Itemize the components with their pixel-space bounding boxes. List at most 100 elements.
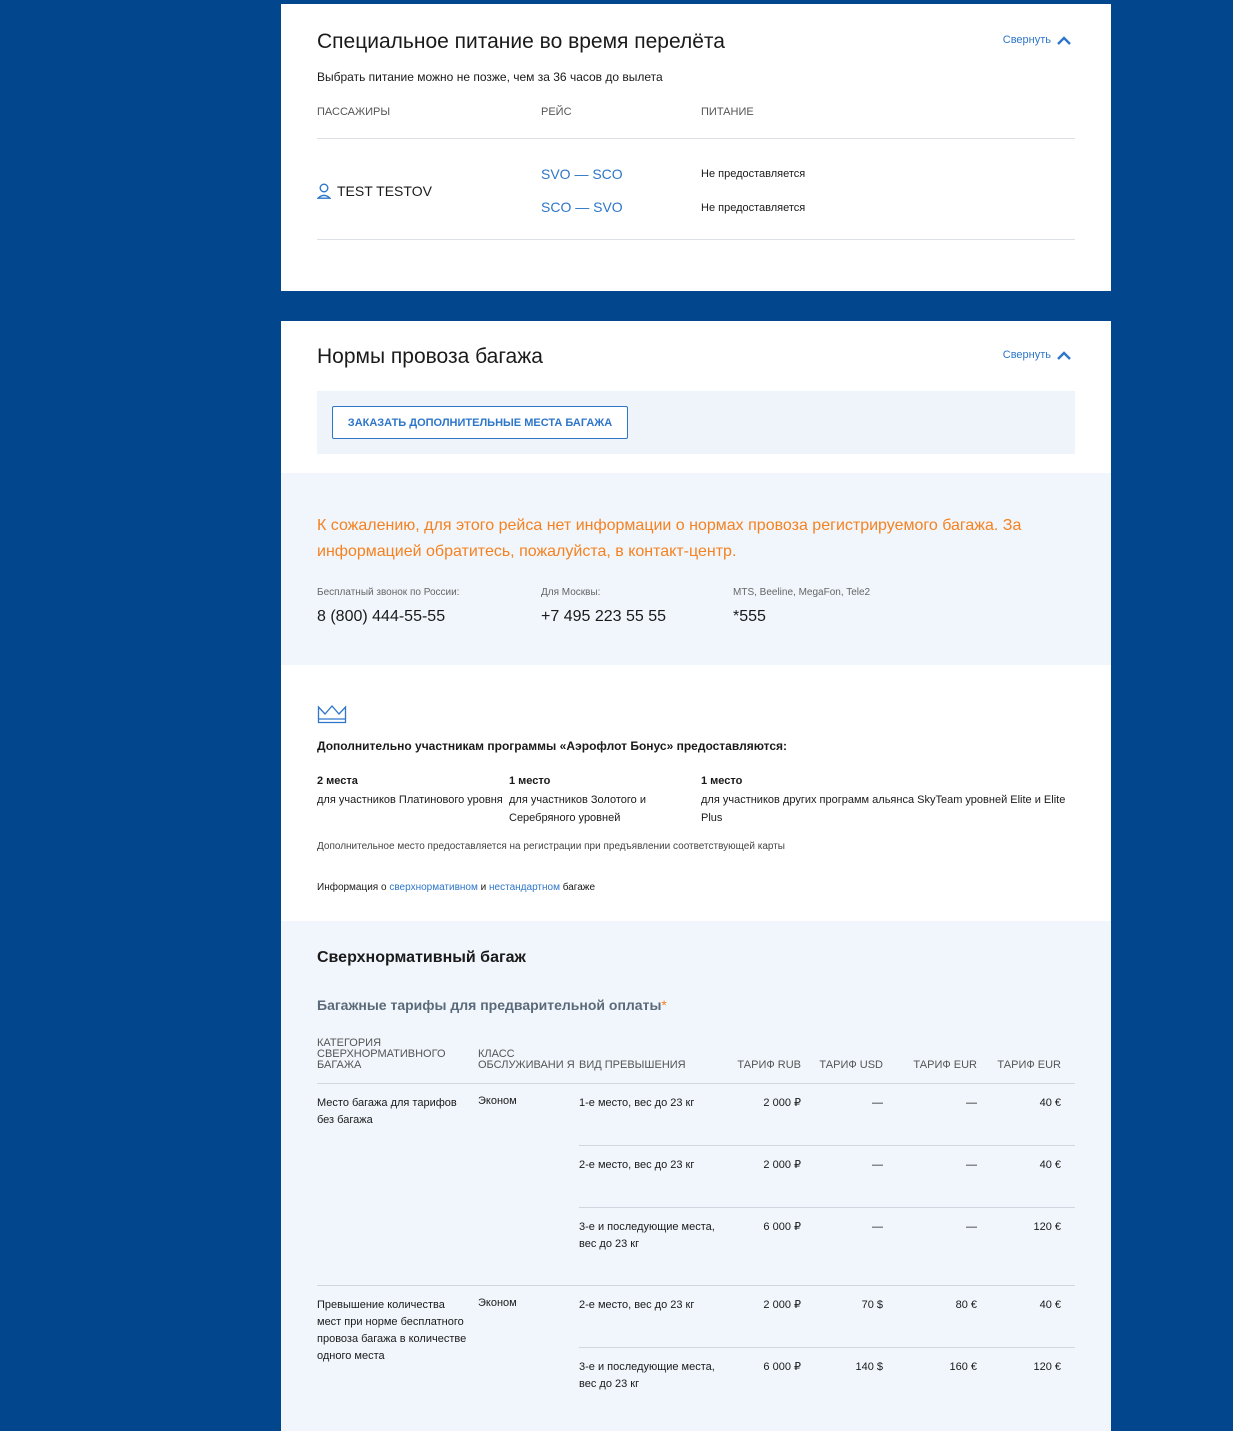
- tariff-rub: 6 000 ₽: [763, 1361, 801, 1373]
- tariff-eur-2: 120 €: [1033, 1361, 1061, 1373]
- excess-baggage-block: Сверхнормативный багаж Багажные тарифы д…: [281, 921, 1111, 1431]
- bonus-note: Дополнительное место предоставляется на …: [317, 841, 785, 852]
- col-eur-2: Тариф EUR: [997, 1059, 1061, 1071]
- tariff-rows: 2-е место, вес до 23 кг 2 000 ₽ 70 $ 80 …: [579, 1286, 1075, 1410]
- warning-text: К сожалению, для этого рейса нет информа…: [317, 517, 1022, 560]
- tariff-category: Превышение количества мест при норме бес…: [317, 1299, 467, 1362]
- tariff-class: Эконом: [478, 1297, 517, 1309]
- tariff-usd: 70 $: [861, 1299, 883, 1311]
- flight-routes: SVO — SCO SCO — SVO: [541, 165, 701, 217]
- meal-value: Не предоставляется: [701, 202, 806, 214]
- tariff-usd: —: [872, 1221, 883, 1233]
- col-usd: Тариф USD: [819, 1059, 883, 1071]
- passenger-label: TEST TESTOV: [337, 183, 432, 199]
- baggage-title: Нормы провоза багажа: [317, 345, 543, 368]
- order-box: ЗАКАЗАТЬ ДОПОЛНИТЕЛЬНЫЕ МЕСТА БАГАЖА: [317, 391, 1075, 454]
- excess-baggage-link[interactable]: сверхнормативном: [389, 882, 478, 893]
- tariff-group: Место багажа для тарифов без багажа Экон…: [317, 1084, 1075, 1286]
- tariff-table-header: Категория сверхнормативного багажа Класс…: [317, 1038, 1075, 1084]
- col-passengers: Пассажиры: [317, 106, 391, 118]
- bonus-count: 1 место: [701, 775, 743, 787]
- order-extra-baggage-button[interactable]: ЗАКАЗАТЬ ДОПОЛНИТЕЛЬНЫЕ МЕСТА БАГАЖА: [332, 406, 628, 439]
- tariff-rub: 2 000 ₽: [763, 1159, 801, 1171]
- tariff-eur: 160 €: [949, 1361, 977, 1373]
- bonus-desc: для участников Золотого и Серебряного ур…: [509, 794, 646, 824]
- contact-number[interactable]: 8 (800) 444-55-55: [317, 608, 541, 626]
- meals-title: Специальное питание во время перелёта: [317, 30, 725, 53]
- tariff-usd: 140 $: [855, 1361, 883, 1373]
- info-prefix: Информация о: [317, 882, 387, 893]
- meals-card: Специальное питание во время перелёта Св…: [281, 4, 1111, 291]
- info-suffix: багаже: [562, 882, 596, 893]
- bonus-block: Дополнительно участникам программы «Аэро…: [281, 665, 1111, 921]
- col-category: Категория сверхнормативного багажа: [317, 1037, 446, 1071]
- contact-number[interactable]: *555: [733, 608, 1075, 626]
- table-row: 3-е и последующие места, вес до 23 кг 6 …: [579, 1348, 1075, 1410]
- col-rub: Тариф RUB: [737, 1059, 801, 1071]
- bonus-count: 2 места: [317, 775, 358, 787]
- table-row: 2-е место, вес до 23 кг 2 000 ₽ — — 40 €: [579, 1146, 1075, 1208]
- tariff-eur-2: 120 €: [1033, 1221, 1061, 1233]
- chevron-up-icon: [1057, 350, 1071, 360]
- bonus-desc: для участников других программ альянса S…: [701, 794, 1066, 824]
- tariff-type: 2-е место, вес до 23 кг: [579, 1159, 695, 1171]
- baggage-collapse-button[interactable]: Свернуть: [1003, 349, 1071, 361]
- meals-subtitle: Выбрать питание можно не позже, чем за 3…: [317, 70, 663, 84]
- meal-value: Не предоставляется: [701, 168, 806, 180]
- bonus-title: Дополнительно участникам программы «Аэро…: [317, 739, 788, 753]
- table-row: 3-е и последующие места, вес до 23 кг 6 …: [579, 1208, 1075, 1285]
- tariff-category: Место багажа для тарифов без багажа: [317, 1097, 457, 1126]
- baggage-info-line: Информация о сверхнормативном и нестанда…: [317, 882, 1075, 893]
- col-meal: Питание: [701, 106, 754, 118]
- col-class: Класс обслуживани я: [478, 1048, 575, 1071]
- tariff-rows: 1-е место, вес до 23 кг 2 000 ₽ — — 40 €…: [579, 1084, 1075, 1285]
- tariff-title-text: Багажные тарифы для предварительной опла…: [317, 997, 662, 1013]
- tariff-class: Эконом: [478, 1095, 517, 1107]
- col-eur: Тариф EUR: [913, 1059, 977, 1071]
- tariff-type: 2-е место, вес до 23 кг: [579, 1299, 695, 1311]
- tariff-eur-2: 40 €: [1039, 1097, 1061, 1109]
- nonstandard-baggage-link[interactable]: нестандартном: [489, 882, 560, 893]
- contact-label: Для Москвы:: [541, 587, 601, 598]
- meals-table-row: TEST TESTOV SVO — SCO SCO — SVO Не предо…: [317, 139, 1075, 240]
- tariff-type: 3-е и последующие места, вес до 23 кг: [579, 1361, 715, 1390]
- tariff-eur: —: [966, 1159, 977, 1171]
- excess-title: Сверхнормативный багаж: [317, 949, 526, 966]
- passenger-name: TEST TESTOV: [317, 165, 541, 217]
- table-row: 2-е место, вес до 23 кг 2 000 ₽ 70 $ 80 …: [579, 1286, 1075, 1348]
- info-mid: и: [480, 882, 487, 893]
- contact-mobile: MTS, Beeline, MegaFon, Tele2 *555: [733, 587, 1075, 626]
- route-link-sco-svo[interactable]: SCO — SVO: [541, 198, 701, 216]
- tariff-star: *: [661, 997, 667, 1013]
- col-flight: Рейс: [541, 106, 572, 118]
- tariff-eur-2: 40 €: [1039, 1159, 1061, 1171]
- tariff-eur: —: [966, 1097, 977, 1109]
- contact-number[interactable]: +7 495 223 55 55: [541, 608, 733, 626]
- table-row: 1-е место, вес до 23 кг 2 000 ₽ — — 40 €: [579, 1084, 1075, 1146]
- chevron-up-icon: [1057, 35, 1071, 45]
- collapse-label: Свернуть: [1002, 349, 1051, 361]
- bonus-item-skyteam: 1 место для участников других программ а…: [701, 773, 1075, 827]
- tariff-group: Превышение количества мест при норме бес…: [317, 1286, 1075, 1410]
- tariff-rub: 2 000 ₽: [763, 1299, 801, 1311]
- tariff-rub: 6 000 ₽: [763, 1221, 801, 1233]
- contact-moscow: Для Москвы: +7 495 223 55 55: [541, 587, 733, 626]
- person-icon: [317, 183, 331, 199]
- contact-label: MTS, Beeline, MegaFon, Tele2: [733, 587, 871, 598]
- bonus-desc: для участников Платинового уровня: [317, 794, 503, 806]
- tariff-type: 1-е место, вес до 23 кг: [579, 1097, 695, 1109]
- meals-collapse-button[interactable]: Свернуть: [1003, 34, 1071, 46]
- tariff-usd: —: [872, 1097, 883, 1109]
- meal-values: Не предоставляется Не предоставляется: [701, 165, 1075, 217]
- tariff-type: 3-е и последующие места, вес до 23 кг: [579, 1221, 715, 1250]
- bonus-items: 2 места для участников Платинового уровн…: [317, 773, 1075, 827]
- contact-russia: Бесплатный звонок по России: 8 (800) 444…: [317, 587, 541, 626]
- tariff-eur: 80 €: [955, 1299, 977, 1311]
- contact-numbers: Бесплатный звонок по России: 8 (800) 444…: [317, 587, 1075, 626]
- bonus-item-platinum: 2 места для участников Платинового уровн…: [317, 773, 509, 827]
- contact-label: Бесплатный звонок по России:: [317, 587, 460, 598]
- no-info-block: К сожалению, для этого рейса нет информа…: [281, 473, 1111, 665]
- route-link-svo-sco[interactable]: SVO — SCO: [541, 165, 701, 183]
- collapse-label: Свернуть: [1002, 34, 1051, 46]
- tariff-usd: —: [872, 1159, 883, 1171]
